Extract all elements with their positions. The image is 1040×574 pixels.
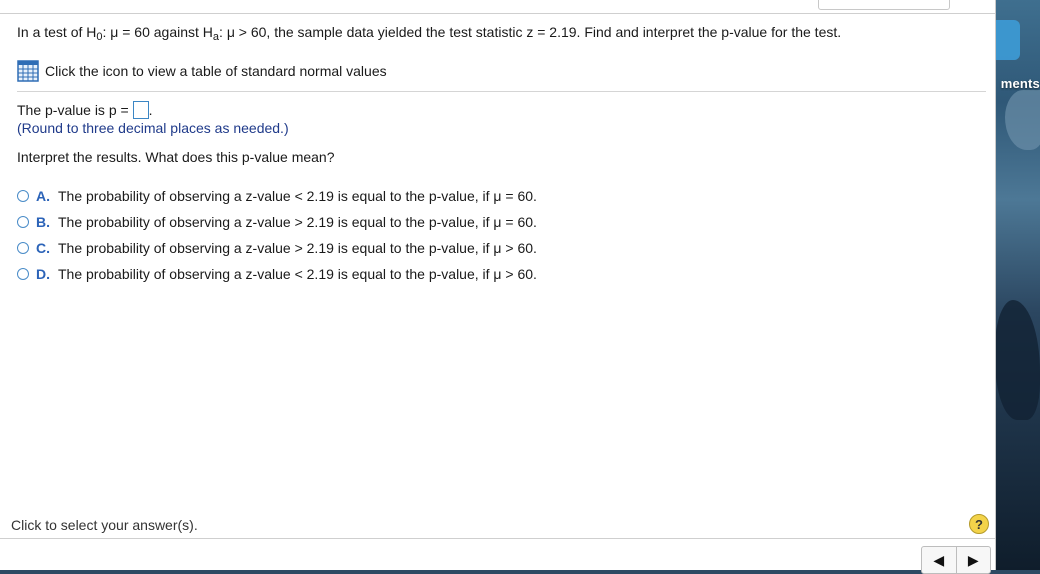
option-c[interactable]: C. The probability of observing a z-valu… [17, 240, 537, 256]
option-text: The probability of observing a z-value >… [58, 240, 537, 256]
pvalue-line: The p-value is p = . [17, 101, 153, 119]
top-divider [0, 13, 995, 14]
radio-button[interactable] [17, 242, 29, 254]
normal-table-link[interactable]: Click the icon to view a table of standa… [17, 60, 387, 82]
option-d[interactable]: D. The probability of observing a z-valu… [17, 266, 537, 282]
previous-button[interactable]: ◀ [922, 547, 956, 573]
pvalue-input[interactable] [132, 101, 149, 119]
question-panel: In a test of H0: μ = 60 against Ha: μ > … [0, 0, 996, 574]
option-text: The probability of observing a z-value <… [58, 266, 537, 282]
desktop-decoration [995, 300, 1040, 420]
interpret-prompt: Interpret the results. What does this p-… [17, 149, 335, 165]
help-button[interactable]: ? [969, 514, 989, 534]
option-text: The probability of observing a z-value <… [58, 188, 537, 204]
table-icon[interactable] [17, 60, 39, 82]
option-text: The probability of observing a z-value >… [58, 214, 537, 230]
desktop-decoration [1005, 90, 1040, 150]
desktop-label: ments [1000, 76, 1040, 91]
bottom-divider [0, 538, 995, 539]
option-letter: D. [36, 266, 50, 282]
option-b[interactable]: B. The probability of observing a z-valu… [17, 214, 537, 230]
status-text: Click to select your answer(s). [11, 517, 198, 533]
option-a[interactable]: A. The probability of observing a z-valu… [17, 188, 537, 204]
radio-button[interactable] [17, 216, 29, 228]
option-letter: B. [36, 214, 50, 230]
pvalue-label: The p-value is p = [17, 102, 129, 118]
question-text: In a test of H0: μ = 60 against Ha: μ > … [17, 24, 842, 43]
option-letter: C. [36, 240, 50, 256]
section-divider [17, 91, 986, 92]
option-letter: A. [36, 188, 50, 204]
radio-button[interactable] [17, 190, 29, 202]
top-toolbar-stub[interactable] [818, 0, 950, 10]
normal-table-link-label[interactable]: Click the icon to view a table of standa… [45, 63, 387, 79]
pvalue-suffix: . [148, 102, 153, 118]
radio-button[interactable] [17, 268, 29, 280]
rounding-note: (Round to three decimal places as needed… [17, 120, 289, 136]
next-button[interactable]: ▶ [955, 547, 991, 573]
